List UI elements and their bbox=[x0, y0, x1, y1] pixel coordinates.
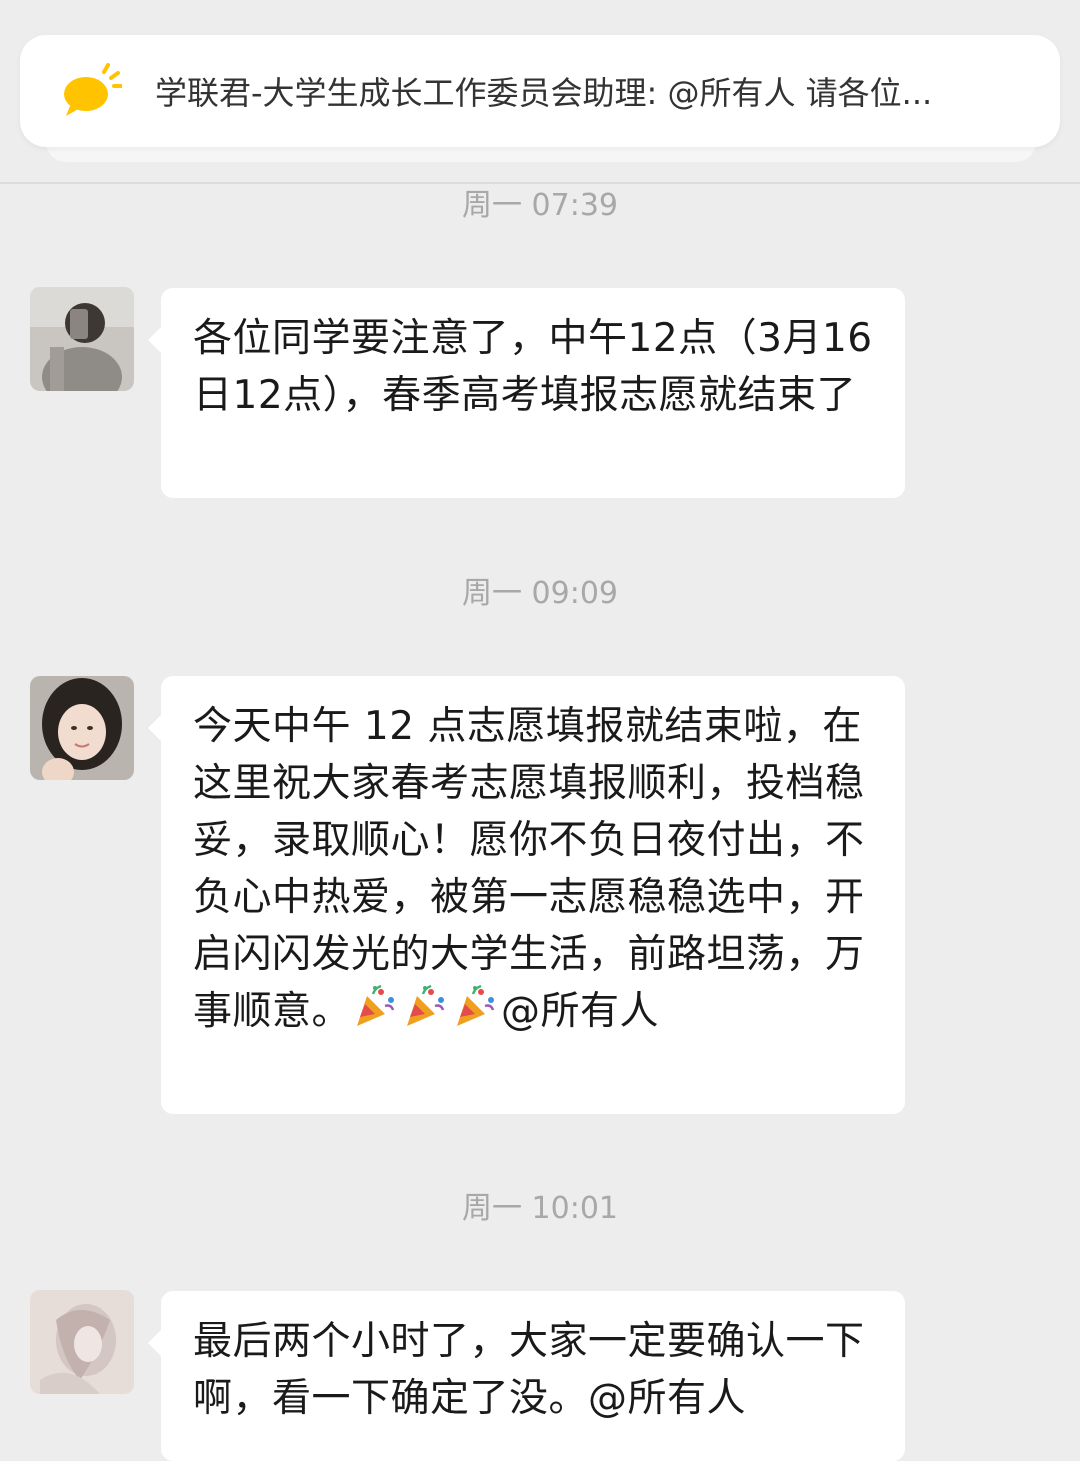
message-timestamp: 周一 09:09 bbox=[462, 576, 618, 611]
avatar[interactable] bbox=[30, 287, 134, 391]
speech-bubble-icon bbox=[60, 62, 123, 118]
pinned-notice-text: 学联君-大学生成长工作委员会助理: @所有人 请各位... bbox=[155, 74, 933, 112]
party-popper-icon bbox=[451, 984, 501, 1034]
message-timestamp: 周一 07:39 bbox=[462, 188, 618, 223]
message-text: 今天中午 12 点志愿填报就结束啦，在这里祝大家春考志愿填报顺利，投档稳妥，录取… bbox=[193, 698, 875, 1040]
message-timestamp: 周一 10:01 bbox=[462, 1191, 618, 1226]
message-bubble[interactable]: 今天中午 12 点志愿填报就结束啦，在这里祝大家春考志愿填报顺利，投档稳妥，录取… bbox=[148, 676, 905, 1114]
party-popper-icon bbox=[401, 984, 451, 1034]
message-bubble[interactable]: 各位同学要注意了，中午12点（3月16日12点），春季高考填报志愿就结束了 bbox=[148, 288, 905, 498]
avatar[interactable] bbox=[30, 1290, 134, 1394]
avatar[interactable] bbox=[30, 676, 134, 780]
header-divider bbox=[0, 182, 1080, 184]
message-text-body: 今天中午 12 点志愿填报就结束啦，在这里祝大家春考志愿填报顺利，投档稳妥，录取… bbox=[193, 704, 865, 1034]
party-popper-icon bbox=[351, 984, 401, 1034]
message-text: 各位同学要注意了，中午12点（3月16日12点），春季高考填报志愿就结束了 bbox=[193, 316, 873, 418]
message-bubble[interactable]: 最后两个小时了，大家一定要确认一下啊，看一下确定了没。@所有人 bbox=[148, 1291, 905, 1461]
mention-all: @所有人 bbox=[501, 989, 660, 1034]
message-text: 最后两个小时了，大家一定要确认一下啊，看一下确定了没。@所有人 bbox=[193, 1319, 865, 1421]
